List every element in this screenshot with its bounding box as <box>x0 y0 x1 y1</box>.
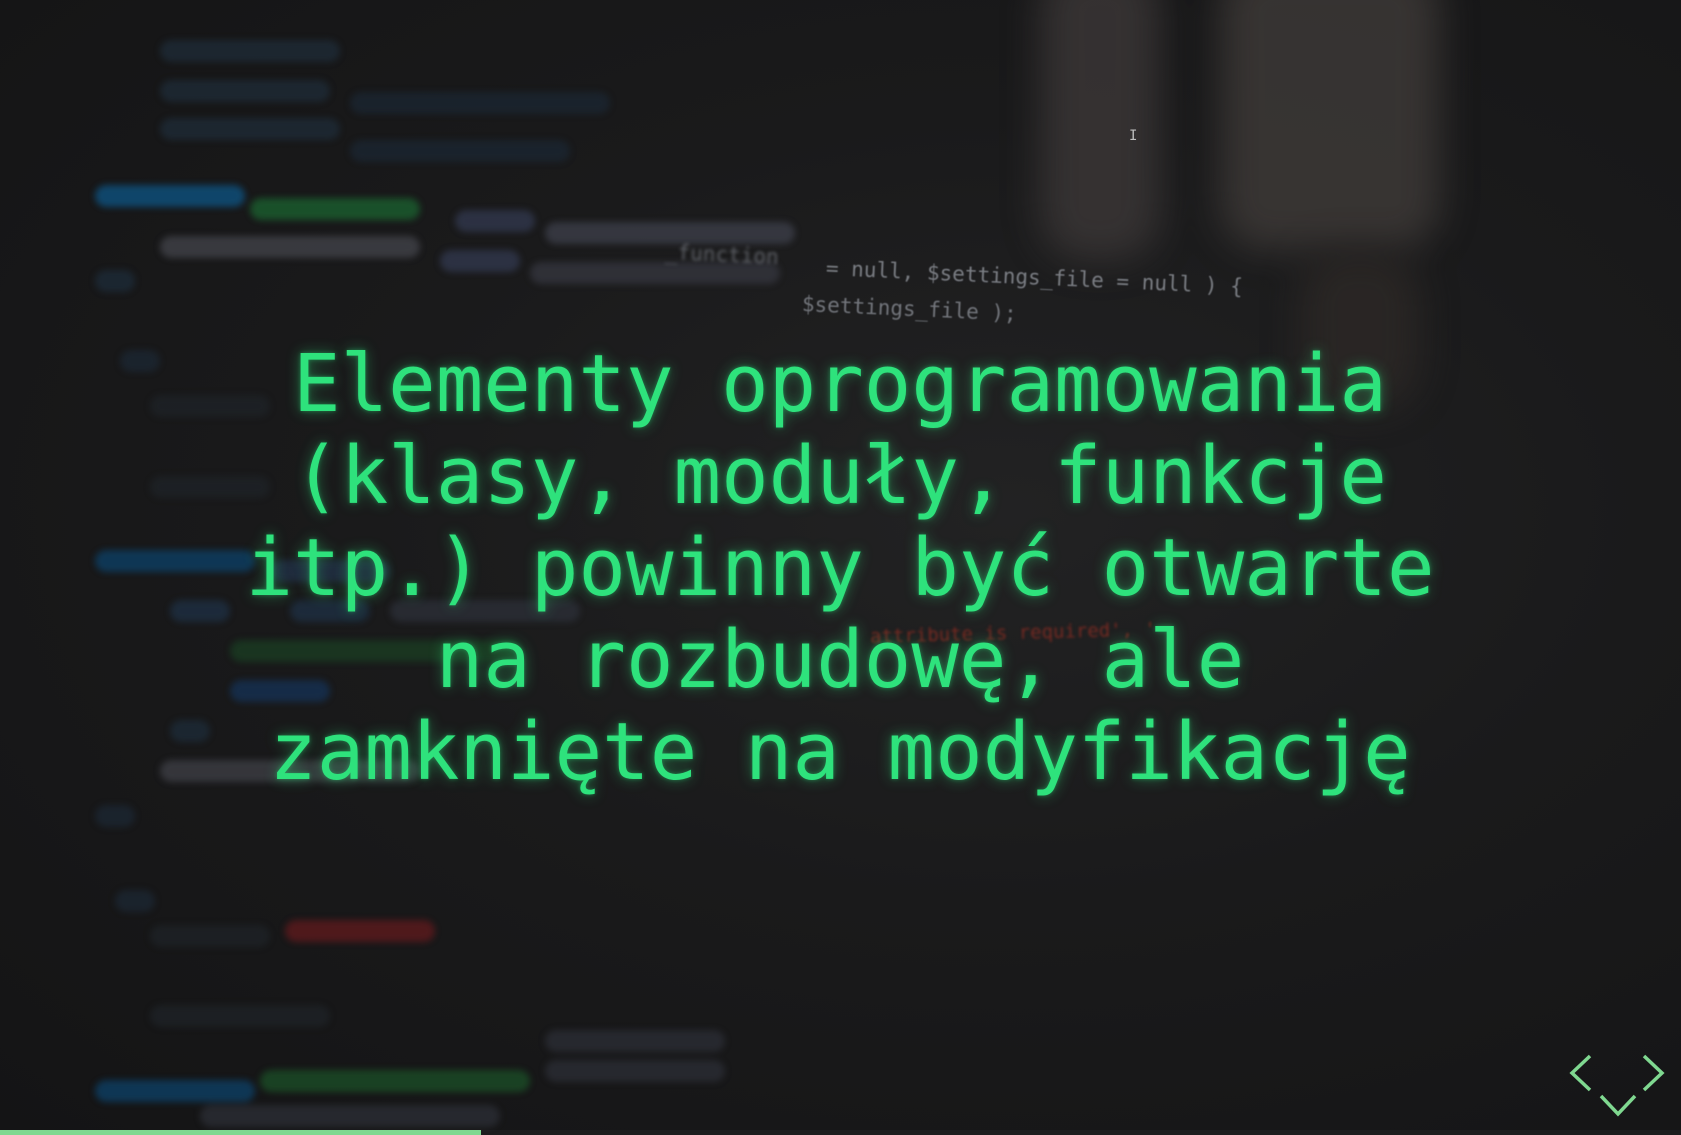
down-slide-button[interactable] <box>1596 1092 1640 1120</box>
background-code-line: _function <box>664 240 780 270</box>
presentation-progress-bar <box>0 1130 1681 1135</box>
slide-content: Elementy oprogramowania (klasy, moduły, … <box>140 338 1540 798</box>
previous-slide-button[interactable] <box>1566 1048 1596 1098</box>
presentation-slide: = null, $settings_file = null ) { $setti… <box>0 0 1681 1135</box>
chevron-down-icon <box>1599 1094 1637 1117</box>
text-cursor-icon: I <box>1129 128 1138 144</box>
chevron-right-icon <box>1642 1054 1665 1092</box>
slide-title: Elementy oprogramowania (klasy, moduły, … <box>245 338 1435 798</box>
slide-navigation-controls <box>1566 1048 1670 1122</box>
progress-bar-fill <box>0 1130 481 1135</box>
next-slide-button[interactable] <box>1638 1048 1668 1098</box>
chevron-left-icon <box>1569 1054 1592 1092</box>
